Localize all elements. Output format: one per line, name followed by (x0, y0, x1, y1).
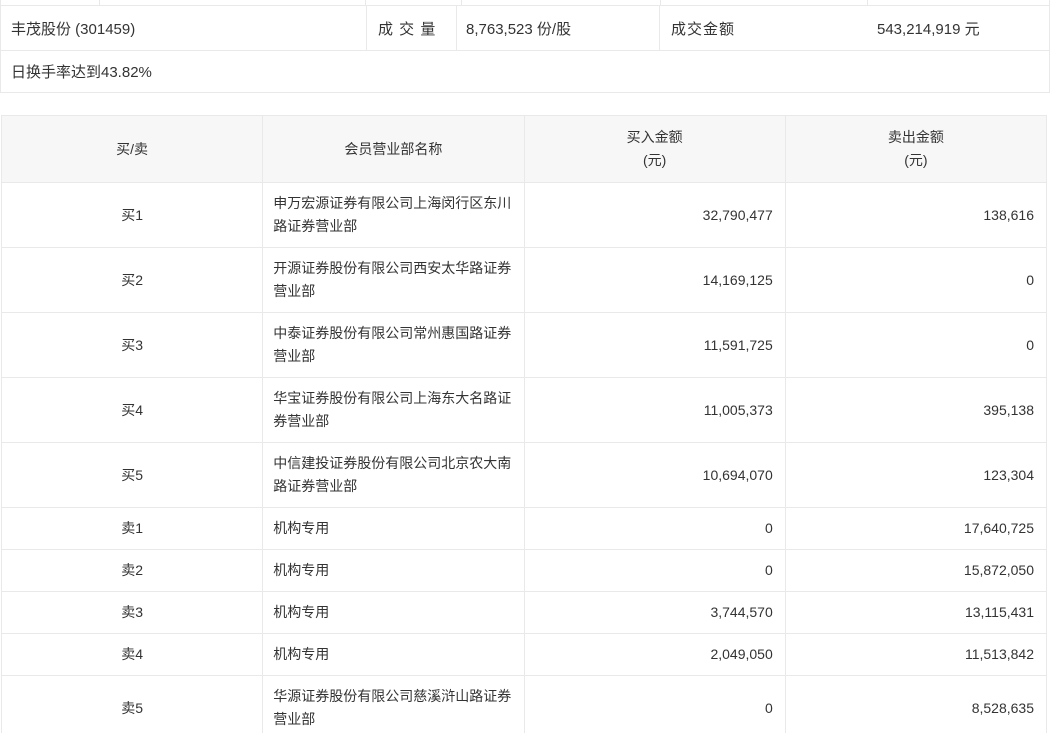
sell-amount-cell: 8,528,635 (785, 676, 1046, 733)
branch-name-cell: 机构专用 (263, 592, 524, 634)
buy-amount-cell: 11,005,373 (524, 378, 785, 443)
branch-name-cell: 开源证券股份有限公司西安太华路证券营业部 (263, 248, 524, 313)
table-row: 卖5 华源证券股份有限公司慈溪浒山路证券营业部 0 8,528,635 (2, 676, 1047, 733)
table-row: 卖2 机构专用 0 15,872,050 (2, 550, 1047, 592)
table-row: 卖4 机构专用 2,049,050 11,513,842 (2, 634, 1047, 676)
sell-amount-cell: 15,872,050 (785, 550, 1046, 592)
table-row: 买3 中泰证券股份有限公司常州惠国路证券营业部 11,591,725 0 (2, 313, 1047, 378)
col-header-branch: 会员营业部名称 (263, 116, 524, 183)
volume-label: 成 交 量 (367, 6, 457, 50)
branch-name-cell: 申万宏源证券有限公司上海闵行区东川路证券营业部 (263, 183, 524, 248)
side-rank-cell: 买5 (2, 443, 263, 508)
buy-amount-cell: 10,694,070 (524, 443, 785, 508)
sliver-cell (100, 0, 366, 5)
side-rank-cell: 买2 (2, 248, 263, 313)
side-rank-cell: 卖5 (2, 676, 263, 733)
sliver-cell (661, 0, 868, 5)
table-header-row: 买/卖 会员营业部名称 买入金额 (元) 卖出金额 (元) (2, 116, 1047, 183)
sliver-cell (1, 0, 100, 5)
broker-seats-table: 买/卖 会员营业部名称 买入金额 (元) 卖出金额 (元) 买1 申万宏源证券有… (1, 115, 1047, 733)
sell-amount-cell: 11,513,842 (785, 634, 1046, 676)
buy-amount-cell: 14,169,125 (524, 248, 785, 313)
buy-amount-cell: 11,591,725 (524, 313, 785, 378)
branch-name-cell: 中泰证券股份有限公司常州惠国路证券营业部 (263, 313, 524, 378)
stock-info-bar: 丰茂股份 (301459) 成 交 量 8,763,523 份/股 成交金额 5… (0, 6, 1050, 51)
col-header-side: 买/卖 (2, 116, 263, 183)
turnover-note: 日换手率达到43.82% (0, 51, 1050, 93)
buy-amount-cell: 3,744,570 (524, 592, 785, 634)
sliver-cell (366, 0, 462, 5)
branch-name-cell: 华源证券股份有限公司慈溪浒山路证券营业部 (263, 676, 524, 733)
volume-value: 8,763,523 份/股 (457, 6, 660, 50)
branch-name-cell: 机构专用 (263, 550, 524, 592)
branch-name-cell: 华宝证券股份有限公司上海东大名路证券营业部 (263, 378, 524, 443)
buy-amount-cell: 0 (524, 676, 785, 733)
buy-amount-cell: 32,790,477 (524, 183, 785, 248)
sliver-cell (462, 0, 661, 5)
side-rank-cell: 卖2 (2, 550, 263, 592)
side-rank-cell: 买1 (2, 183, 263, 248)
sell-amount-cell: 17,640,725 (785, 508, 1046, 550)
side-rank-cell: 买3 (2, 313, 263, 378)
side-rank-cell: 卖3 (2, 592, 263, 634)
branch-name-cell: 机构专用 (263, 634, 524, 676)
side-rank-cell: 卖4 (2, 634, 263, 676)
buy-amount-cell: 2,049,050 (524, 634, 785, 676)
branch-name-cell: 机构专用 (263, 508, 524, 550)
table-row: 买1 申万宏源证券有限公司上海闵行区东川路证券营业部 32,790,477 13… (2, 183, 1047, 248)
table-row: 买2 开源证券股份有限公司西安太华路证券营业部 14,169,125 0 (2, 248, 1047, 313)
amount-value: 543,214,919 元 (868, 6, 1049, 50)
side-rank-cell: 卖1 (2, 508, 263, 550)
table-body: 买1 申万宏源证券有限公司上海闵行区东川路证券营业部 32,790,477 13… (2, 183, 1047, 733)
table-row: 买5 中信建投证券股份有限公司北京农大南路证券营业部 10,694,070 12… (2, 443, 1047, 508)
branch-name-cell: 中信建投证券股份有限公司北京农大南路证券营业部 (263, 443, 524, 508)
sell-amount-cell: 123,304 (785, 443, 1046, 508)
sell-amount-cell: 0 (785, 313, 1046, 378)
sell-amount-cell: 138,616 (785, 183, 1046, 248)
table-row: 卖3 机构专用 3,744,570 13,115,431 (2, 592, 1047, 634)
stock-title: 丰茂股份 (301459) (1, 6, 367, 50)
buy-amount-cell: 0 (524, 550, 785, 592)
col-header-sell-amount: 卖出金额 (元) (785, 116, 1046, 183)
amount-label: 成交金额 (660, 6, 868, 50)
sell-amount-cell: 395,138 (785, 378, 1046, 443)
side-rank-cell: 买4 (2, 378, 263, 443)
table-row: 买4 华宝证券股份有限公司上海东大名路证券营业部 11,005,373 395,… (2, 378, 1047, 443)
sliver-cell (868, 0, 1049, 5)
col-header-buy-amount: 买入金额 (元) (524, 116, 785, 183)
buy-amount-cell: 0 (524, 508, 785, 550)
page: 丰茂股份 (301459) 成 交 量 8,763,523 份/股 成交金额 5… (0, 0, 1050, 733)
table-row: 卖1 机构专用 0 17,640,725 (2, 508, 1047, 550)
sell-amount-cell: 13,115,431 (785, 592, 1046, 634)
sell-amount-cell: 0 (785, 248, 1046, 313)
